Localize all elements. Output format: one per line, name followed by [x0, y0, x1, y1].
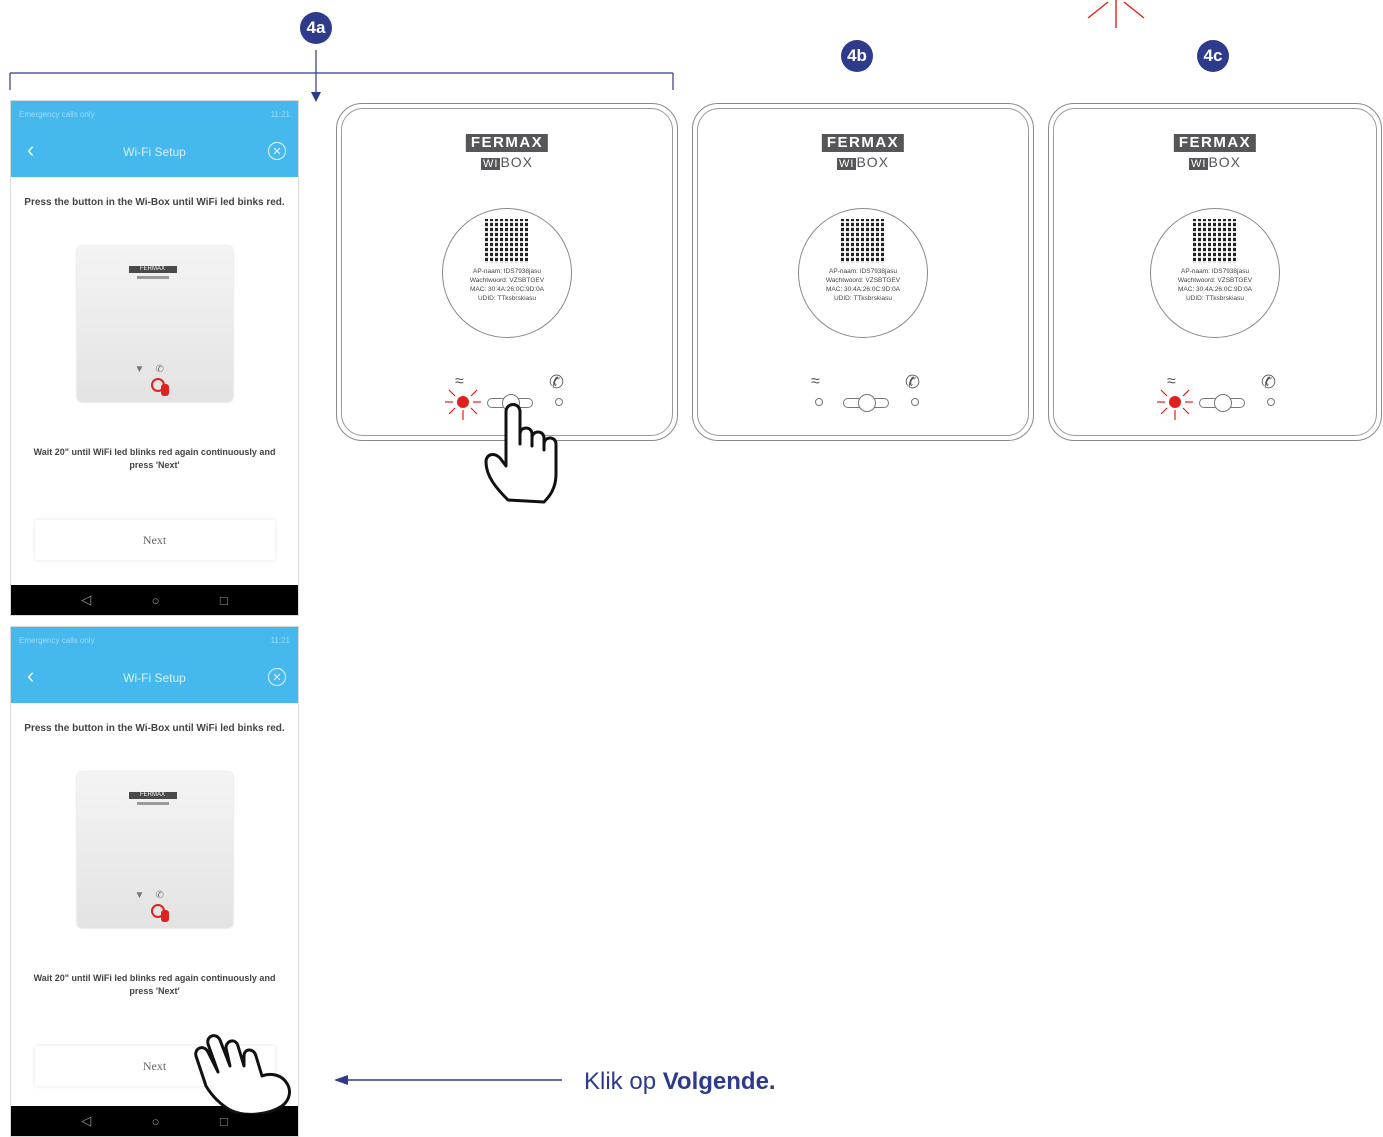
nav-home-icon[interactable]: ○	[152, 1114, 160, 1129]
call-led	[911, 398, 919, 406]
wifi-led	[815, 398, 823, 406]
wibox-illustration: FERMAX ▼ ✆	[76, 246, 233, 402]
device-label: AP-naam: IDS7938jasu Wachtwoord: VZSBTGE…	[442, 208, 572, 338]
hand-tap-icon	[194, 1034, 291, 1114]
android-nav-bar: ◁ ○ □	[11, 585, 298, 615]
caption-bold: Volgende.	[662, 1068, 776, 1095]
device-label: AP-naam: IDS7938jasu Wachtwoord: VZSBTGE…	[1150, 208, 1280, 338]
wibox-illustration: FERMAX ▼ ✆	[76, 772, 233, 928]
brand-logo: FERMAX	[1173, 134, 1257, 152]
brand-logo: FERMAX	[465, 134, 549, 152]
mini-logo: FERMAX	[128, 266, 177, 273]
model-prefix: WI	[836, 158, 857, 170]
hand-pointer-icon	[484, 403, 558, 504]
model-logo: WI BOX	[1188, 154, 1242, 170]
model-logo: WI BOX	[836, 154, 890, 170]
model-suffix: BOX	[500, 154, 534, 170]
label-ap-name: AP-naam: IDS7938jasu	[829, 268, 897, 275]
step-badge-4b: 4b	[841, 40, 873, 72]
finger-icon	[160, 384, 169, 396]
label-password: Wachtwoord: VZSBTGEV	[1177, 277, 1253, 284]
wait-text: Wait 20" until WiFi led blinks red again…	[33, 973, 276, 996]
status-text: Emergency calls only	[19, 109, 95, 119]
instruction-text: Press the button in the Wi-Box until WiF…	[24, 723, 285, 734]
label-password: Wachtwoord: VZSBTGEV	[825, 277, 901, 284]
status-bar: Emergency calls only 11:21	[11, 101, 298, 127]
close-icon[interactable]: ✕	[268, 668, 286, 686]
app-title: Wi-Fi Setup	[123, 671, 186, 685]
label-mac: MAC: 30:4A:26:0C:9D:0A	[469, 286, 545, 293]
mini-logo: FERMAX	[128, 792, 177, 799]
red-led-rays-icon	[1087, 0, 1145, 28]
app-header: ‹ Wi-Fi Setup ✕	[11, 127, 298, 177]
nav-back-icon[interactable]: ◁	[81, 592, 91, 608]
finger-icon	[160, 910, 169, 922]
nav-home-icon[interactable]: ○	[152, 593, 160, 608]
status-text: Emergency calls only	[19, 635, 95, 645]
wait-text: Wait 20" until WiFi led blinks red again…	[33, 447, 276, 470]
label-password: Wachtwoord: VZSBTGEV	[469, 277, 545, 284]
app-header: ‹ Wi-Fi Setup ✕	[11, 653, 298, 703]
mini-icons: ▼ ✆	[134, 364, 164, 375]
label-udid: UDID: TTksbrskiasu	[1185, 295, 1245, 302]
wibox-device-4c: FERMAX WI BOX AP-naam: IDS7938jasu Wachtw…	[1048, 103, 1382, 441]
label-udid: UDID: TTksbrskiasu	[477, 295, 537, 302]
label-udid: UDID: TTksbrskiasu	[833, 295, 893, 302]
phone-icon: ✆	[1261, 372, 1277, 392]
status-bar: Emergency calls only 11:21	[11, 627, 298, 653]
step-badge-4c: 4c	[1197, 40, 1229, 72]
wifi-icon: ≈	[811, 373, 820, 390]
mini-sub	[136, 802, 169, 805]
label-ap-name: AP-naam: IDS7938jasu	[473, 268, 541, 275]
wifi-led	[457, 396, 469, 408]
nav-back-icon[interactable]: ◁	[81, 1113, 91, 1129]
bracket-connector	[9, 50, 674, 102]
model-prefix: WI	[480, 158, 501, 170]
qr-code-icon	[841, 219, 885, 263]
caption-prefix: Klik op	[584, 1068, 663, 1095]
mini-sub	[136, 276, 169, 279]
status-time: 11:21	[270, 109, 290, 119]
wibox-button[interactable]	[1199, 394, 1245, 412]
wibox-device-4a: FERMAX WI BOX AP-naam: IDS7938jasu Wachtw…	[336, 103, 678, 441]
wibox-button[interactable]	[843, 394, 889, 412]
model-suffix: BOX	[1208, 154, 1242, 170]
back-icon[interactable]: ‹	[27, 665, 34, 687]
app-title: Wi-Fi Setup	[123, 145, 186, 159]
close-icon[interactable]: ✕	[268, 142, 286, 160]
model-suffix: BOX	[856, 154, 890, 170]
back-icon[interactable]: ‹	[27, 139, 34, 161]
label-ap-name: AP-naam: IDS7938jasu	[1181, 268, 1249, 275]
nav-recents-icon[interactable]: □	[220, 593, 228, 608]
status-time: 11:21	[270, 635, 290, 645]
nav-recents-icon[interactable]: □	[220, 1114, 228, 1129]
model-prefix: WI	[1188, 158, 1209, 170]
phone-icon: ✆	[549, 372, 565, 392]
phone-icon: ✆	[905, 372, 921, 392]
wibox-device-4b: FERMAX WI BOX AP-naam: IDS7938jasu Wachtw…	[692, 103, 1034, 441]
next-button[interactable]: Next	[34, 520, 275, 560]
model-logo: WI BOX	[480, 154, 534, 170]
caption: Klik op Volgende.	[584, 1068, 776, 1096]
label-mac: MAC: 30:4A:26:0C:9D:0A	[825, 286, 901, 293]
call-led	[1267, 398, 1275, 406]
qr-code-icon	[1193, 219, 1237, 263]
mini-icons: ▼ ✆	[134, 890, 164, 901]
arrow-left-icon	[334, 1075, 562, 1085]
brand-logo: FERMAX	[821, 134, 905, 152]
wifi-led	[1169, 396, 1181, 408]
label-mac: MAC: 30:4A:26:0C:9D:0A	[1177, 286, 1253, 293]
qr-code-icon	[485, 219, 529, 263]
instruction-text: Press the button in the Wi-Box until WiF…	[24, 197, 285, 208]
phone-screen-1: Emergency calls only 11:21 ‹ Wi-Fi Setup…	[10, 100, 299, 616]
device-label: AP-naam: IDS7938jasu Wachtwoord: VZSBTGE…	[798, 208, 928, 338]
